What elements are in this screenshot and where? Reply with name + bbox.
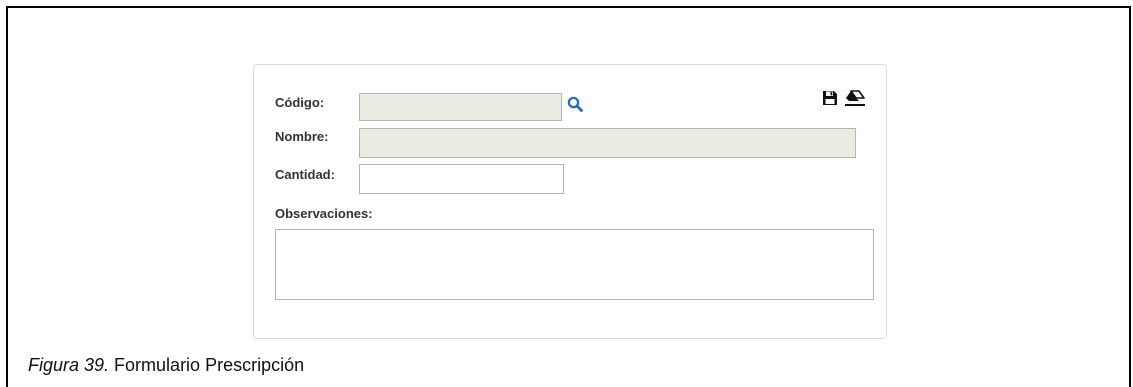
- observaciones-label: Observaciones:: [275, 206, 373, 221]
- cantidad-field[interactable]: [359, 164, 564, 194]
- codigo-field[interactable]: [359, 93, 562, 121]
- prescription-form-panel: Código: Nombre: Cantidad: Observaciones:: [253, 64, 887, 339]
- observaciones-textarea[interactable]: [275, 229, 874, 300]
- nombre-label: Nombre:: [275, 129, 329, 144]
- eraser-icon[interactable]: [844, 89, 866, 107]
- search-icon[interactable]: [567, 96, 583, 112]
- codigo-label: Código:: [275, 95, 325, 110]
- figure-caption: Figura 39. Formulario Prescripción: [28, 355, 304, 376]
- nombre-field[interactable]: [359, 128, 856, 158]
- cantidad-label: Cantidad:: [275, 167, 335, 182]
- save-icon[interactable]: [822, 90, 838, 106]
- figure-number: Figura 39.: [28, 355, 110, 375]
- figure-title: Formulario Prescripción: [109, 355, 305, 375]
